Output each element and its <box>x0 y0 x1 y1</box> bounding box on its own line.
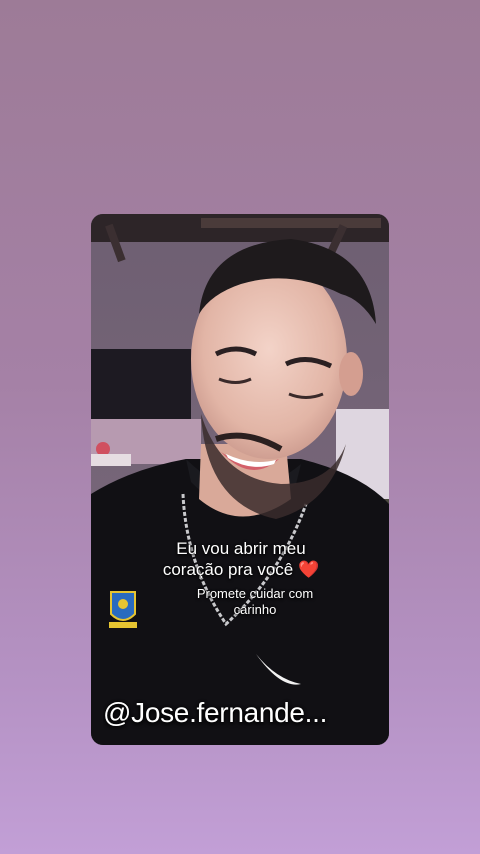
story-caption: Eu vou abrir meu coração pra você ❤️ <box>141 538 341 580</box>
story-video-card[interactable]: Eu vou abrir meu coração pra você ❤️ Pro… <box>91 214 389 745</box>
story-sub-caption: Promete cuidar com carinho <box>175 586 335 618</box>
cbf-crest-logo <box>109 591 137 628</box>
video-frame <box>91 214 389 745</box>
sub-caption-line-2: carinho <box>233 602 277 617</box>
sub-caption-line-1: Promete cuidar com <box>196 586 314 601</box>
user-handle[interactable]: @Jose.fernande... <box>103 696 383 730</box>
heart-emoji-icon: ❤️ <box>297 560 320 579</box>
caption-line-1: Eu vou abrir meu <box>176 539 306 558</box>
caption-line-2: coração pra você <box>162 560 294 579</box>
